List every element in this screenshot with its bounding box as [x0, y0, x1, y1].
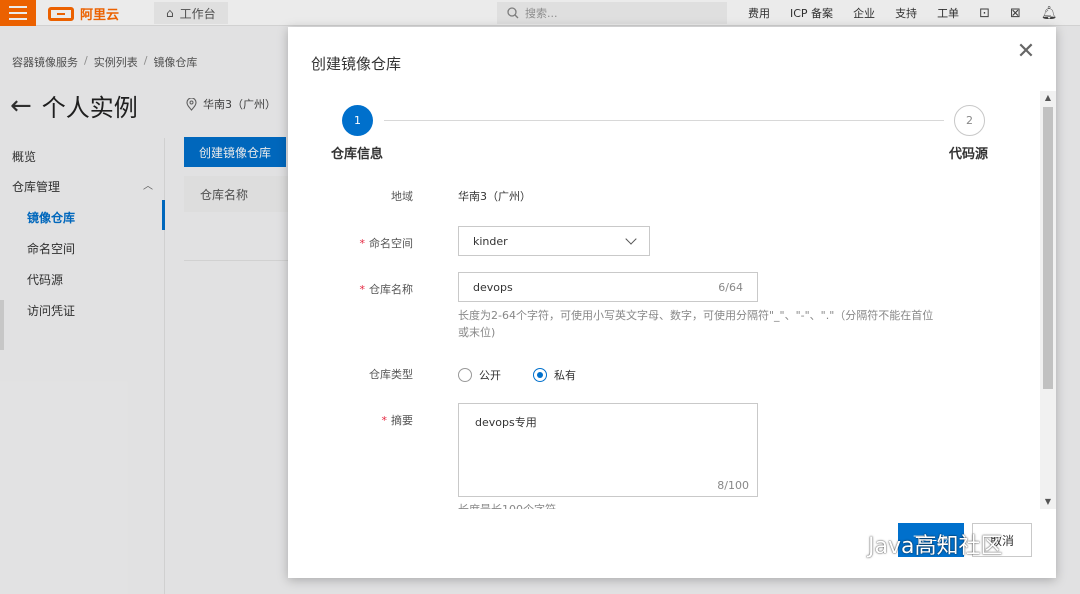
namespace-label-text: 命名空间	[369, 237, 413, 250]
summary-textarea[interactable]: devops专用 8/100	[458, 403, 758, 497]
step-1-indicator: 1	[342, 105, 373, 136]
create-repo-dialog: 创建镜像仓库 ✕ 1 2 仓库信息 代码源 地域 华南3（广州） * 命名空间 k…	[288, 27, 1056, 578]
step-2-label: 代码源	[949, 147, 989, 162]
summary-value: devops专用	[475, 416, 537, 429]
required-mark: *	[381, 414, 388, 427]
namespace-select[interactable]: kinder	[458, 226, 650, 256]
repo-name-value: devops	[473, 280, 513, 294]
watermark-text: Java高知社区	[868, 534, 1003, 559]
summary-field-label: * 摘要	[382, 412, 414, 428]
repo-name-label-text: 仓库名称	[369, 283, 413, 296]
scroll-up-icon[interactable]: ▲	[1040, 91, 1056, 105]
required-mark: *	[359, 237, 366, 250]
chevron-down-icon	[625, 233, 637, 245]
wechat-icon	[824, 530, 859, 556]
repo-type-radio-group: 公开 私有	[458, 367, 576, 383]
region-field-label: 地域	[391, 188, 413, 204]
step-1-label: 仓库信息	[331, 147, 384, 162]
radio-public[interactable]: 公开	[458, 367, 501, 383]
region-label-text: 地域	[391, 190, 413, 203]
repo-name-counter: 6/64	[718, 280, 743, 294]
summary-counter: 8/100	[717, 479, 749, 492]
namespace-field-label: * 命名空间	[360, 235, 414, 251]
repo-name-help-line-2: 或末位)	[458, 326, 496, 339]
summary-label-text: 摘要	[391, 414, 413, 427]
close-icon[interactable]: ✕	[1015, 41, 1037, 63]
radio-private-label: 私有	[554, 369, 576, 382]
scroll-down-icon[interactable]: ▼	[1040, 495, 1056, 509]
radio-unchecked-icon[interactable]	[458, 368, 472, 382]
repo-name-input[interactable]: devops 6/64	[458, 272, 758, 302]
repo-name-help: 长度为2-64个字符，可使用小写英文字母、数字，可使用分隔符"_"、"-"、".…	[458, 307, 958, 341]
radio-public-label: 公开	[479, 369, 501, 382]
radio-private[interactable]: 私有	[533, 367, 576, 383]
step-2-indicator: 2	[954, 105, 985, 136]
repo-name-field-label: * 仓库名称	[360, 281, 414, 297]
dialog-scrollbar[interactable]: ▲ ▼	[1040, 91, 1056, 509]
dialog-title: 创建镜像仓库	[311, 55, 402, 73]
step-connector	[384, 120, 944, 121]
repo-type-label-text: 仓库类型	[369, 368, 413, 381]
scrollbar-thumb[interactable]	[1043, 107, 1053, 389]
repo-name-help-line-1: 长度为2-64个字符，可使用小写英文字母、数字，可使用分隔符"_"、"-"、".…	[458, 309, 934, 322]
namespace-selected-value: kinder	[473, 234, 508, 248]
region-value: 华南3（广州）	[458, 190, 531, 203]
required-mark: *	[359, 283, 366, 296]
summary-help: 长度最长100个字符	[458, 501, 958, 509]
repo-type-field-label: 仓库类型	[369, 366, 413, 382]
radio-checked-icon[interactable]	[533, 368, 547, 382]
dialog-body: 1 2 仓库信息 代码源 地域 华南3（广州） * 命名空间 kinder * 仓库…	[288, 91, 1056, 509]
watermark: Java高知社区	[822, 528, 1002, 560]
